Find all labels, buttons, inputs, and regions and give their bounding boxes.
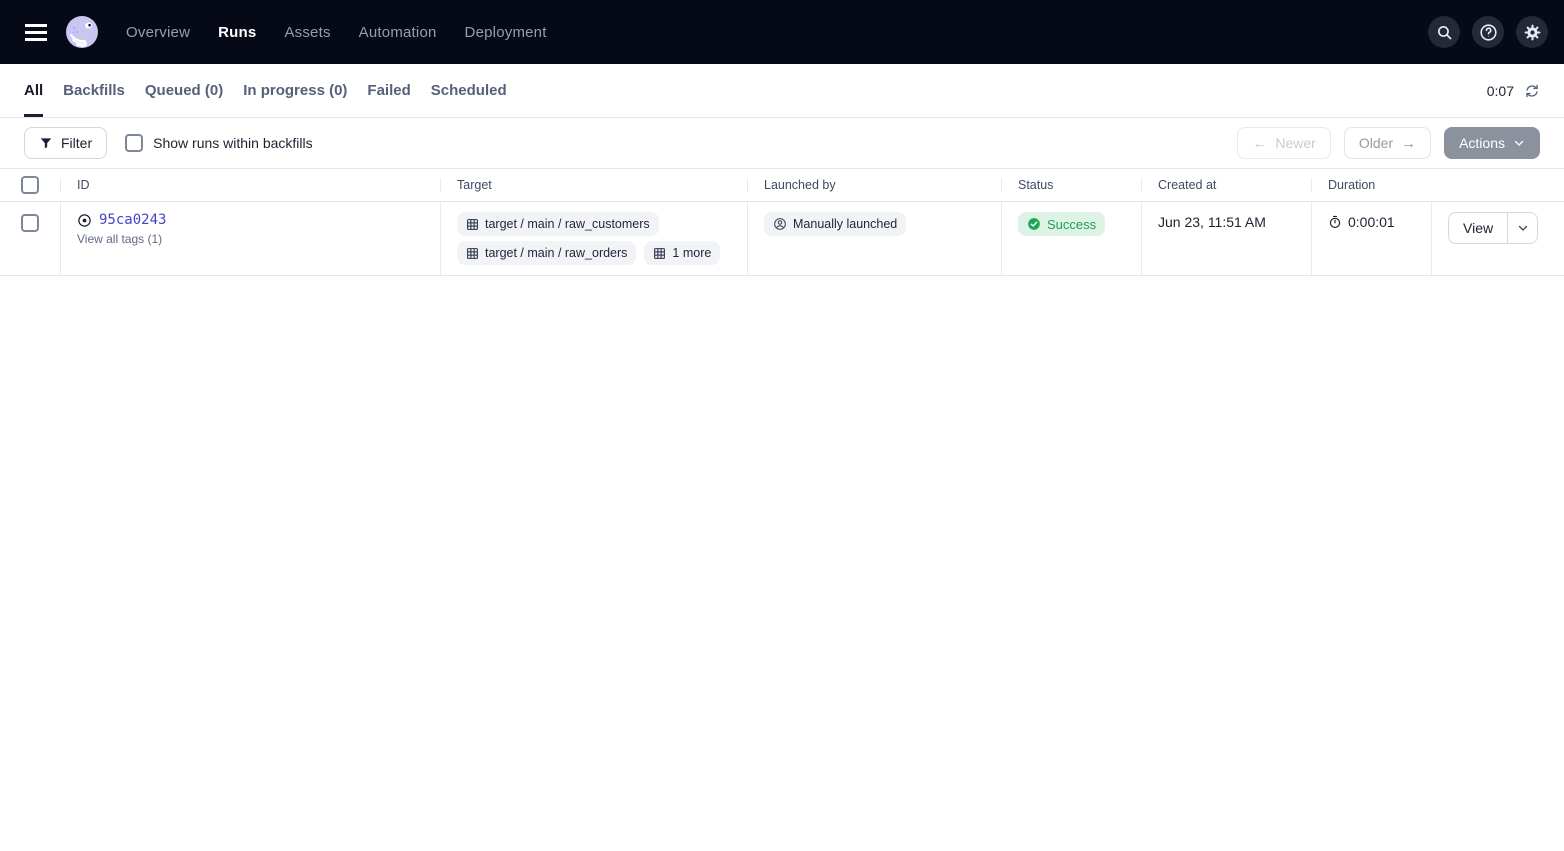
tab-failed[interactable]: Failed xyxy=(367,64,410,117)
tab-scheduled[interactable]: Scheduled xyxy=(431,64,507,117)
column-header-id: ID xyxy=(60,178,440,192)
tab-backfills[interactable]: Backfills xyxy=(63,64,125,117)
filter-button-label: Filter xyxy=(61,135,92,151)
column-header-target: Target xyxy=(440,178,747,192)
runs-tabs-bar: All Backfills Queued (0) In progress (0)… xyxy=(0,64,1564,118)
nav-link-deployment[interactable]: Deployment xyxy=(465,24,547,41)
timer-icon xyxy=(1328,215,1342,229)
run-id-link[interactable]: 95ca0243 xyxy=(99,212,166,228)
table-header-row: ID Target Launched by Status Created at … xyxy=(0,168,1564,202)
runs-table: ID Target Launched by Status Created at … xyxy=(0,168,1564,276)
chevron-down-icon xyxy=(1513,137,1525,149)
status-label: Success xyxy=(1047,217,1096,232)
runs-tabs: All Backfills Queued (0) In progress (0)… xyxy=(24,64,507,117)
hamburger-menu-icon[interactable] xyxy=(18,14,54,50)
table-row: 95ca0243 View all tags (1) target / main… xyxy=(0,202,1564,276)
target-tag[interactable]: target / main / raw_orders xyxy=(457,241,636,265)
funnel-icon xyxy=(39,136,53,150)
help-icon[interactable] xyxy=(1472,16,1504,48)
column-header-duration: Duration xyxy=(1311,178,1431,192)
target-tag-label: target / main / raw_orders xyxy=(485,246,627,260)
runs-toolbar: Filter Show runs within backfills ← Newe… xyxy=(0,118,1564,168)
show-runs-within-backfills-checkbox[interactable] xyxy=(125,134,143,152)
column-header-created-at: Created at xyxy=(1141,178,1311,192)
tab-queued[interactable]: Queued (0) xyxy=(145,64,223,117)
settings-icon[interactable] xyxy=(1516,16,1548,48)
target-tag[interactable]: target / main / raw_customers xyxy=(457,212,659,236)
newer-button[interactable]: ← Newer xyxy=(1237,127,1330,159)
nav-link-assets[interactable]: Assets xyxy=(284,24,330,41)
target-more-tag[interactable]: 1 more xyxy=(644,241,720,265)
nav-link-runs[interactable]: Runs xyxy=(218,24,256,41)
duration-value: 0:00:01 xyxy=(1328,212,1395,230)
column-header-launched-by: Launched by xyxy=(747,178,1001,192)
actions-button[interactable]: Actions xyxy=(1444,127,1540,159)
view-all-tags-link[interactable]: View all tags (1) xyxy=(77,232,166,246)
actions-button-label: Actions xyxy=(1459,135,1505,151)
refresh-icon[interactable] xyxy=(1524,83,1540,99)
newer-button-label: Newer xyxy=(1275,135,1315,151)
view-dropdown-caret[interactable] xyxy=(1507,213,1537,243)
table-grid-icon xyxy=(466,218,479,231)
top-navbar: Overview Runs Assets Automation Deployme… xyxy=(0,0,1564,64)
dagster-logo-icon[interactable] xyxy=(62,12,102,52)
search-icon[interactable] xyxy=(1428,16,1460,48)
table-grid-icon xyxy=(466,247,479,260)
user-circle-icon xyxy=(773,217,787,231)
run-target-icon xyxy=(77,213,92,228)
navbar-actions xyxy=(1428,16,1548,48)
show-runs-within-backfills-label[interactable]: Show runs within backfills xyxy=(153,135,313,151)
filter-button[interactable]: Filter xyxy=(24,127,107,159)
refresh-countdown: 0:07 xyxy=(1487,83,1514,99)
check-circle-icon xyxy=(1027,217,1041,231)
view-split-button: View xyxy=(1448,212,1538,244)
tab-in-progress[interactable]: In progress (0) xyxy=(243,64,347,117)
arrow-left-icon: ← xyxy=(1252,136,1267,151)
target-more-label: 1 more xyxy=(672,246,711,260)
older-button[interactable]: Older → xyxy=(1344,127,1431,159)
table-grid-icon xyxy=(653,247,666,260)
created-at-value: Jun 23, 11:51 AM xyxy=(1158,212,1266,230)
target-tag-label: target / main / raw_customers xyxy=(485,217,650,231)
tab-all[interactable]: All xyxy=(24,64,43,117)
launched-by-label: Manually launched xyxy=(793,217,897,231)
arrow-right-icon: → xyxy=(1401,136,1416,151)
select-all-checkbox[interactable] xyxy=(21,176,39,194)
row-checkbox[interactable] xyxy=(21,214,39,232)
chevron-down-icon xyxy=(1517,222,1529,234)
view-button[interactable]: View xyxy=(1449,213,1507,243)
launched-by-tag[interactable]: Manually launched xyxy=(764,212,906,236)
nav-link-automation[interactable]: Automation xyxy=(359,24,437,41)
column-header-status: Status xyxy=(1001,178,1141,192)
duration-label: 0:00:01 xyxy=(1348,214,1395,230)
main-nav: Overview Runs Assets Automation Deployme… xyxy=(126,24,547,41)
older-button-label: Older xyxy=(1359,135,1393,151)
status-badge: Success xyxy=(1018,212,1105,236)
nav-link-overview[interactable]: Overview xyxy=(126,24,190,41)
